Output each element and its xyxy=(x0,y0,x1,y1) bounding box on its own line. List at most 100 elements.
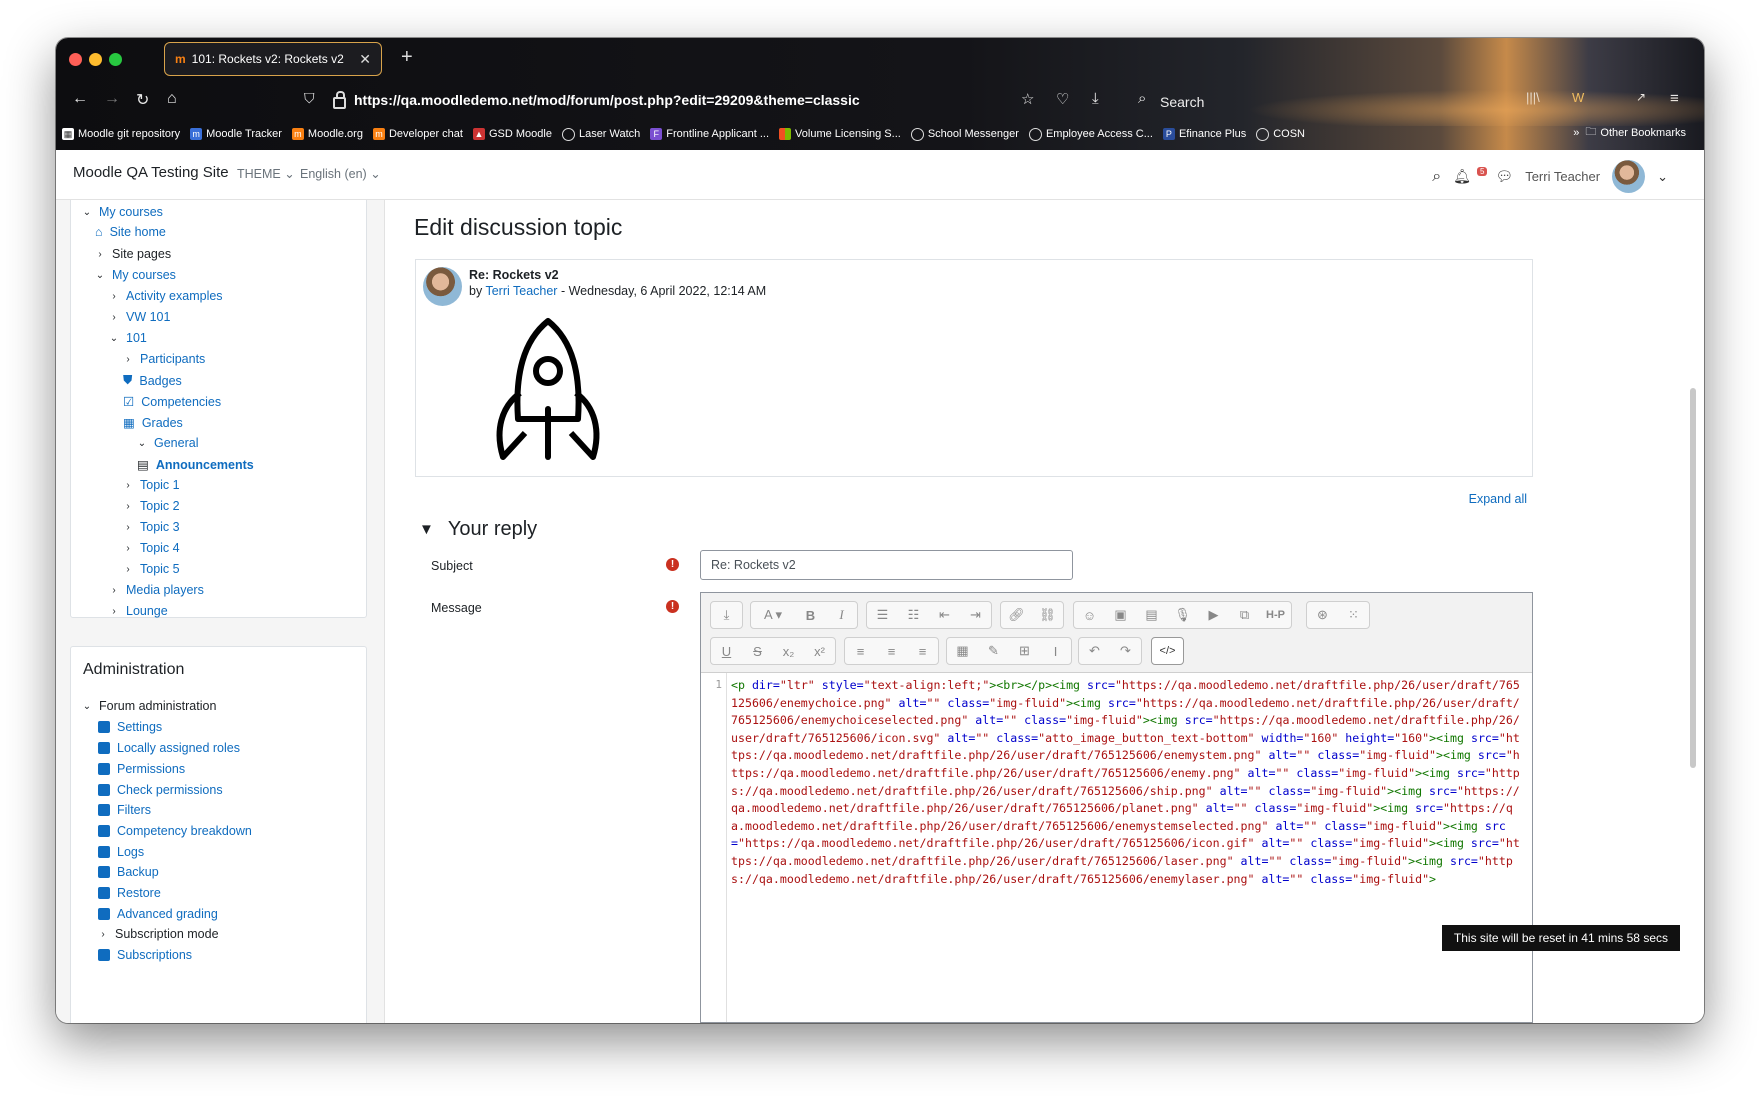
h5p-icon[interactable]: H-P xyxy=(1260,609,1291,621)
nav-topic-4[interactable]: › Topic 4 xyxy=(123,541,179,555)
url-bar[interactable]: https://qa.moodledemo.net/mod/forum/post… xyxy=(354,92,860,108)
italic-icon[interactable]: I xyxy=(826,607,857,623)
nav-my-courses[interactable]: ⌄ My courses xyxy=(95,268,176,282)
avatar[interactable] xyxy=(1612,160,1646,193)
admin-check-permissions[interactable]: Check permissions xyxy=(98,783,223,797)
nav-topic-1[interactable]: › Topic 1 xyxy=(123,478,179,492)
nav-topic-5[interactable]: › Topic 5 xyxy=(123,562,179,576)
shield-icon[interactable]: ⛉ xyxy=(304,90,315,107)
site-name[interactable]: Moodle QA Testing Site xyxy=(73,164,229,181)
messages-icon[interactable]: 💬︎ xyxy=(1495,168,1513,185)
nav-grades[interactable]: ▦ Grades xyxy=(123,415,183,431)
microphone-icon[interactable]: 🎙︎ xyxy=(1167,607,1198,623)
reload-icon[interactable]: ↻ xyxy=(136,90,149,110)
media-icon[interactable]: ▤ xyxy=(1136,607,1167,623)
new-tab-icon[interactable]: + xyxy=(401,46,413,69)
screenreader-icon[interactable]: ⁙ xyxy=(1338,607,1369,623)
admin-competency-breakdown[interactable]: Competency breakdown xyxy=(98,824,252,838)
admin-subscription-mode[interactable]: › Subscription mode xyxy=(98,927,218,941)
align-center-icon[interactable]: ≡ xyxy=(876,644,907,659)
admin-backup[interactable]: Backup xyxy=(98,865,159,879)
indent-icon[interactable]: ⇥ xyxy=(960,607,991,623)
align-left-icon[interactable]: ≡ xyxy=(845,644,876,659)
bookmark-item[interactable]: COSN xyxy=(1256,127,1305,141)
forward-icon[interactable]: → xyxy=(104,90,120,108)
table-icon[interactable]: ⊞ xyxy=(1009,643,1040,659)
bookmark-item[interactable]: m Developer chat xyxy=(372,128,463,140)
extension-arrow-icon[interactable]: ↗ xyxy=(1636,90,1646,104)
html-source-icon[interactable]: </> xyxy=(1152,645,1183,657)
nav-forum-administration[interactable]: ⌄ Forum administration xyxy=(82,699,217,713)
browser-tab[interactable]: m 101: Rockets v2: Rockets v2 ✕ xyxy=(164,42,382,76)
unlink-icon[interactable]: ⛓︎ xyxy=(1032,607,1063,623)
align-right-icon[interactable]: ≡ xyxy=(907,644,938,659)
superscript-icon[interactable]: x² xyxy=(804,644,835,659)
bookmark-item[interactable]: F Frontline Applicant ... xyxy=(650,128,769,140)
link-icon[interactable]: 🔗︎ xyxy=(1001,607,1032,623)
nav-101[interactable]: ⌄ 101 xyxy=(109,331,147,345)
minimize-window-button[interactable] xyxy=(89,53,102,66)
nav-my-courses-top[interactable]: ⌄ My courses xyxy=(82,205,163,219)
nav-site-pages[interactable]: › Site pages xyxy=(95,247,171,261)
underline-icon[interactable]: U xyxy=(711,644,742,659)
nav-media-players[interactable]: › Media players xyxy=(109,583,204,597)
library-icon[interactable]: |||\ xyxy=(1526,90,1540,105)
chevron-down-icon[interactable]: ⌄ xyxy=(1657,169,1668,185)
bookmark-item[interactable]: Laser Watch xyxy=(561,127,640,141)
notification-bell-icon[interactable]: 🔔︎ xyxy=(1453,168,1471,185)
manage-files-icon[interactable]: ⧉ xyxy=(1229,607,1260,623)
collapse-toolbar-icon[interactable]: ⤓ xyxy=(711,607,742,623)
undo-icon[interactable]: ↶ xyxy=(1079,643,1110,659)
nav-announcements[interactable]: ▤ Announcements xyxy=(137,457,254,473)
bullet-list-icon[interactable]: ☰ xyxy=(867,607,898,623)
admin-subscriptions[interactable]: Subscriptions xyxy=(98,948,192,962)
bookmark-star-icon[interactable]: ☆ xyxy=(1021,90,1034,108)
font-style-icon[interactable]: A ▾ xyxy=(751,607,795,623)
admin-permissions[interactable]: Permissions xyxy=(98,762,185,776)
post-author-link[interactable]: Terri Teacher xyxy=(485,284,557,298)
nav-topic-2[interactable]: › Topic 2 xyxy=(123,499,179,513)
bookmark-item[interactable]: ▦ Moodle git repository xyxy=(62,128,180,140)
numbered-list-icon[interactable]: ☷ xyxy=(898,607,929,623)
close-tab-icon[interactable]: ✕ xyxy=(359,51,371,68)
extension-icon[interactable]: W xyxy=(1572,90,1584,105)
bookmark-item[interactable]: Employee Access C... xyxy=(1028,127,1153,141)
bookmark-item[interactable]: P Efinance Plus xyxy=(1162,128,1246,140)
emoji-icon[interactable]: ☺ xyxy=(1074,608,1105,623)
language-menu[interactable]: English (en) ⌄ xyxy=(300,166,381,181)
accessibility-icon[interactable]: ⊛ xyxy=(1307,607,1338,623)
downloads-icon[interactable]: ⤓ xyxy=(1092,90,1099,107)
nav-general[interactable]: ⌄ General xyxy=(137,436,199,450)
video-icon[interactable]: ▶ xyxy=(1198,607,1229,623)
home-icon[interactable]: ⌂ xyxy=(167,90,177,108)
menu-icon[interactable]: ≡ xyxy=(1670,90,1679,107)
avatar[interactable] xyxy=(423,267,462,306)
image-icon[interactable]: ▣ xyxy=(1105,607,1136,623)
nav-lounge[interactable]: › Lounge xyxy=(109,604,167,618)
redo-icon[interactable]: ↷ xyxy=(1110,643,1141,659)
search-icon[interactable]: ⌕ xyxy=(1432,168,1441,186)
nav-site-home[interactable]: ⌂ Site home xyxy=(95,225,166,239)
close-window-button[interactable] xyxy=(69,53,82,66)
subscript-icon[interactable]: x₂ xyxy=(773,644,804,659)
admin-advanced-grading[interactable]: Advanced grading xyxy=(98,907,218,921)
clear-formatting-icon[interactable]: I xyxy=(1040,644,1071,659)
special-character-icon[interactable]: ✎ xyxy=(978,643,1009,659)
browser-search-box[interactable]: Search xyxy=(1160,94,1204,110)
back-icon[interactable]: ← xyxy=(72,90,88,108)
expand-all-link[interactable]: Expand all xyxy=(1469,492,1527,506)
admin-logs[interactable]: Logs xyxy=(98,845,144,859)
nav-topic-3[interactable]: › Topic 3 xyxy=(123,520,179,534)
zoom-window-button[interactable] xyxy=(109,53,122,66)
nav-competencies[interactable]: ☑ Competencies xyxy=(123,394,221,410)
bookmark-item[interactable]: ▲ GSD Moodle xyxy=(472,128,552,140)
outdent-icon[interactable]: ⇤ xyxy=(929,607,960,623)
admin-restore[interactable]: Restore xyxy=(98,886,161,900)
nav-vw101[interactable]: › VW 101 xyxy=(109,310,170,324)
bookmark-item[interactable]: m Moodle Tracker xyxy=(190,128,282,140)
subject-input[interactable] xyxy=(700,550,1073,580)
your-reply-section-toggle[interactable]: ▼ Your reply xyxy=(419,518,537,541)
nav-participants[interactable]: › Participants xyxy=(123,352,205,366)
bold-icon[interactable]: B xyxy=(795,608,826,623)
nav-badges[interactable]: ⛊ Badges xyxy=(123,373,182,388)
